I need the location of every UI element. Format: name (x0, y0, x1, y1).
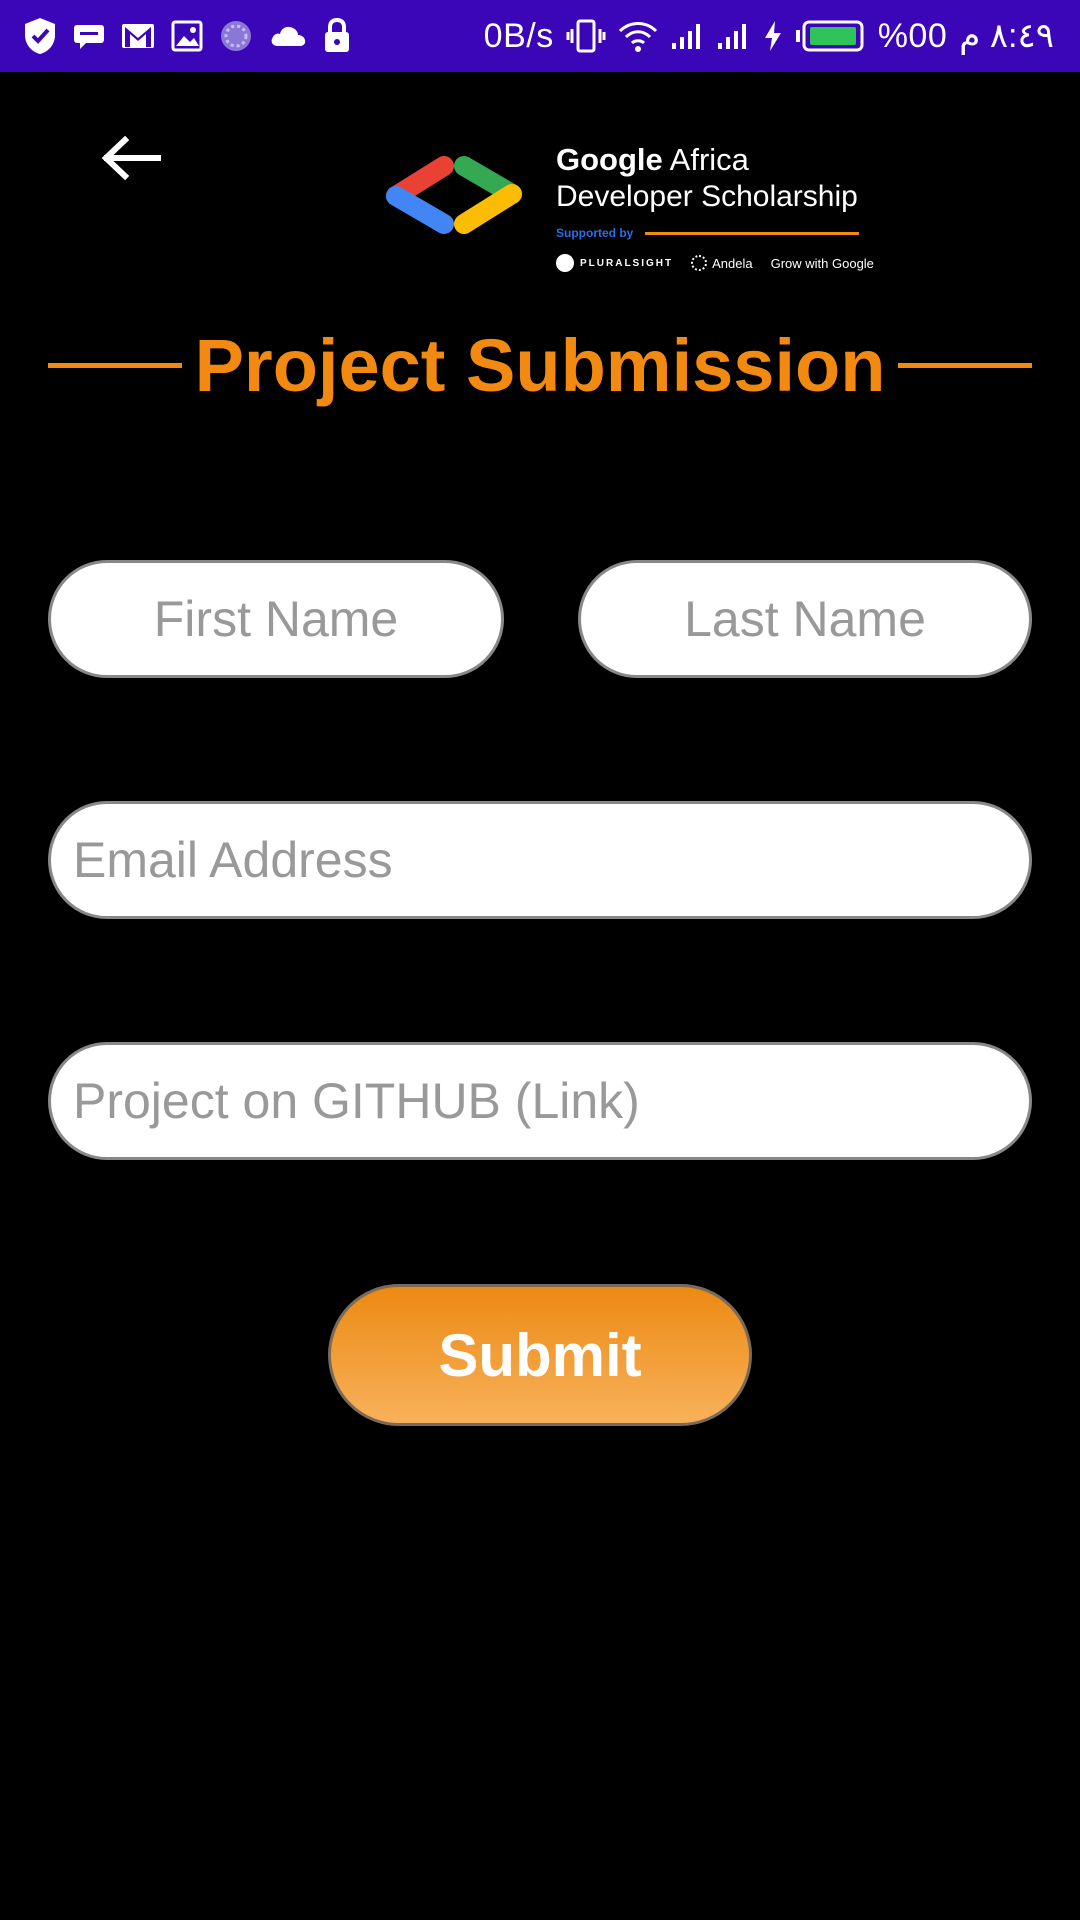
page-title: Project Submission (194, 323, 886, 407)
last-name-input[interactable] (578, 560, 1032, 678)
title-divider-left (48, 362, 182, 368)
battery-icon (795, 20, 866, 52)
image-icon (170, 19, 204, 53)
signal-icon (670, 21, 704, 51)
gads-logo: Google Africa Developer Scholarship Supp… (380, 142, 874, 292)
logo-subtitle: Developer Scholarship (556, 180, 858, 213)
title-row: Project Submission (48, 320, 1032, 410)
battery-percent: %00 (877, 16, 948, 55)
arrow-left-icon (101, 136, 161, 180)
supported-row: Supported by (556, 226, 892, 240)
wifi-icon (618, 19, 658, 53)
supported-by-label: Supported by (556, 226, 634, 240)
email-input[interactable] (48, 801, 1032, 919)
shield-icon (22, 16, 58, 56)
pluralsight-icon (556, 254, 574, 272)
pluralsight-logo: PLURALSIGHT (556, 254, 673, 272)
supported-divider (645, 231, 860, 235)
andela-icon (691, 255, 708, 271)
code-brackets-icon (386, 156, 522, 234)
logo-title: Google Africa (556, 142, 749, 177)
cloud-icon (268, 22, 308, 50)
partner-logos: PLURALSIGHT Andela Grow with Google (556, 254, 892, 272)
message-icon (72, 21, 106, 51)
andela-logo: Andela (691, 255, 753, 271)
submit-button[interactable]: Submit (328, 1284, 752, 1426)
github-link-input[interactable] (48, 1042, 1032, 1160)
status-bar: 0B/s %00 ٨:٤٩ م (0, 0, 1080, 72)
back-button[interactable] (96, 128, 166, 188)
lock-icon (322, 17, 352, 55)
charging-icon (762, 19, 784, 53)
clock: ٨:٤٩ م (959, 17, 1054, 55)
network-speed: 0B/s (483, 16, 554, 55)
title-divider-right (897, 362, 1032, 368)
first-name-input[interactable] (48, 560, 504, 678)
system-status: 0B/s %00 ٨:٤٩ م (472, 16, 1054, 56)
signal-icon (716, 21, 750, 51)
notification-icons (22, 16, 366, 56)
grow-with-google-logo: Grow with Google (770, 255, 874, 271)
gmail-icon (120, 21, 156, 51)
vibrate-icon (566, 16, 606, 56)
logo-text: Google Africa Developer Scholarship Supp… (556, 142, 892, 272)
sync-icon (218, 18, 254, 54)
